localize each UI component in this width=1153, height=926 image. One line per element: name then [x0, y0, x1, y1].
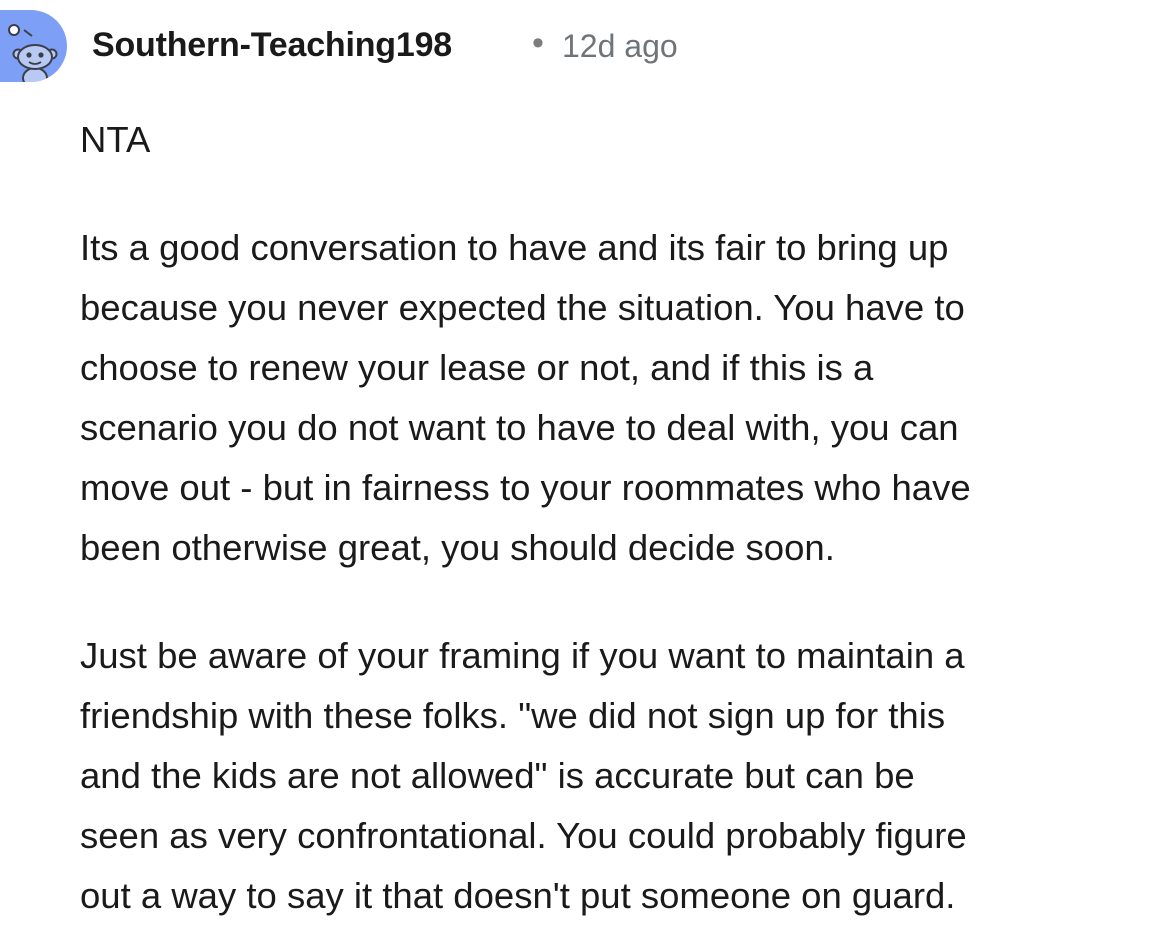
comment-line: friendship with these folks. "we did not…	[80, 695, 946, 736]
comment-line: Just be aware of your framing if you wan…	[80, 635, 965, 676]
comment-paragraph: Just be aware of your framing if you wan…	[80, 626, 1153, 926]
comment: Southern-Teaching198 • 12d ago NTA Its a…	[0, 0, 1153, 918]
comment-line: choose to renew your lease or not, and i…	[80, 347, 874, 388]
comment-line: Its a good conversation to have and its …	[80, 227, 949, 268]
comment-line: scenario you do not want to have to deal…	[80, 407, 959, 448]
reddit-snoo-avatar-icon	[8, 24, 58, 82]
comment-author[interactable]: Southern-Teaching198	[92, 26, 452, 65]
comment-line: because you never expected the situation…	[80, 287, 965, 328]
comment-line: been otherwise great, you should decide …	[80, 527, 835, 568]
comment-line: NTA	[80, 119, 151, 160]
comment-paragraph: NTA	[80, 110, 1153, 170]
comment-line: move out - but in fairness to your roomm…	[80, 467, 971, 508]
comment-line: out a way to say it that doesn't put som…	[80, 875, 956, 916]
comment-paragraph: Its a good conversation to have and its …	[80, 218, 1153, 578]
comment-line: and the kids are not allowed" is accurat…	[80, 755, 915, 796]
comment-body: NTA Its a good conversation to have and …	[80, 110, 1153, 926]
comment-header: Southern-Teaching198 • 12d ago	[0, 0, 1153, 92]
meta-separator: •	[532, 24, 544, 62]
comment-line: seen as very confrontational. You could …	[80, 815, 967, 856]
comment-timestamp[interactable]: 12d ago	[562, 28, 678, 65]
user-avatar[interactable]	[0, 10, 67, 82]
